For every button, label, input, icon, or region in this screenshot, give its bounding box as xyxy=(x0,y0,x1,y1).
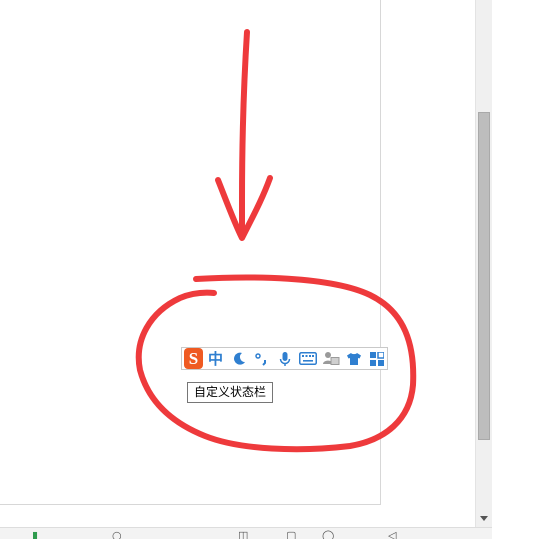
chinese-mode-button[interactable]: 中 xyxy=(205,348,226,369)
tooltip-custom-status-bar: 自定义状态栏 xyxy=(187,382,274,403)
keyboard-icon[interactable] xyxy=(297,348,318,369)
screen: ▮ ○ ◫ ▢ ◯ ◁ S 中 自定义状态栏 xyxy=(0,0,537,539)
status-item-6[interactable]: ◁ xyxy=(388,530,396,539)
status-item-1[interactable]: ▮ xyxy=(32,530,38,539)
user-card-icon[interactable] xyxy=(320,348,341,369)
page-gutter xyxy=(381,0,475,527)
status-item-4[interactable]: ▢ xyxy=(286,530,296,539)
microphone-icon[interactable] xyxy=(274,348,295,369)
toolbox-grid-icon[interactable] xyxy=(366,348,387,369)
status-bar: ▮ ○ ◫ ▢ ◯ ◁ xyxy=(0,527,492,539)
document-page[interactable] xyxy=(0,0,381,505)
status-item-2[interactable]: ○ xyxy=(112,530,122,539)
ime-status-toolbar[interactable]: S 中 xyxy=(181,347,388,370)
skin-shirt-icon[interactable] xyxy=(343,348,364,369)
vertical-scrollbar[interactable] xyxy=(475,0,492,527)
status-item-3[interactable]: ◫ xyxy=(238,530,248,539)
scrollbar-thumb[interactable] xyxy=(478,112,490,440)
punctuation-icon[interactable] xyxy=(251,348,272,369)
sogou-logo-icon[interactable]: S xyxy=(184,348,203,369)
status-item-5[interactable]: ◯ xyxy=(322,530,334,539)
moon-icon[interactable] xyxy=(228,348,249,369)
scroll-down-arrow-icon[interactable] xyxy=(478,511,490,525)
document-area xyxy=(0,0,475,527)
